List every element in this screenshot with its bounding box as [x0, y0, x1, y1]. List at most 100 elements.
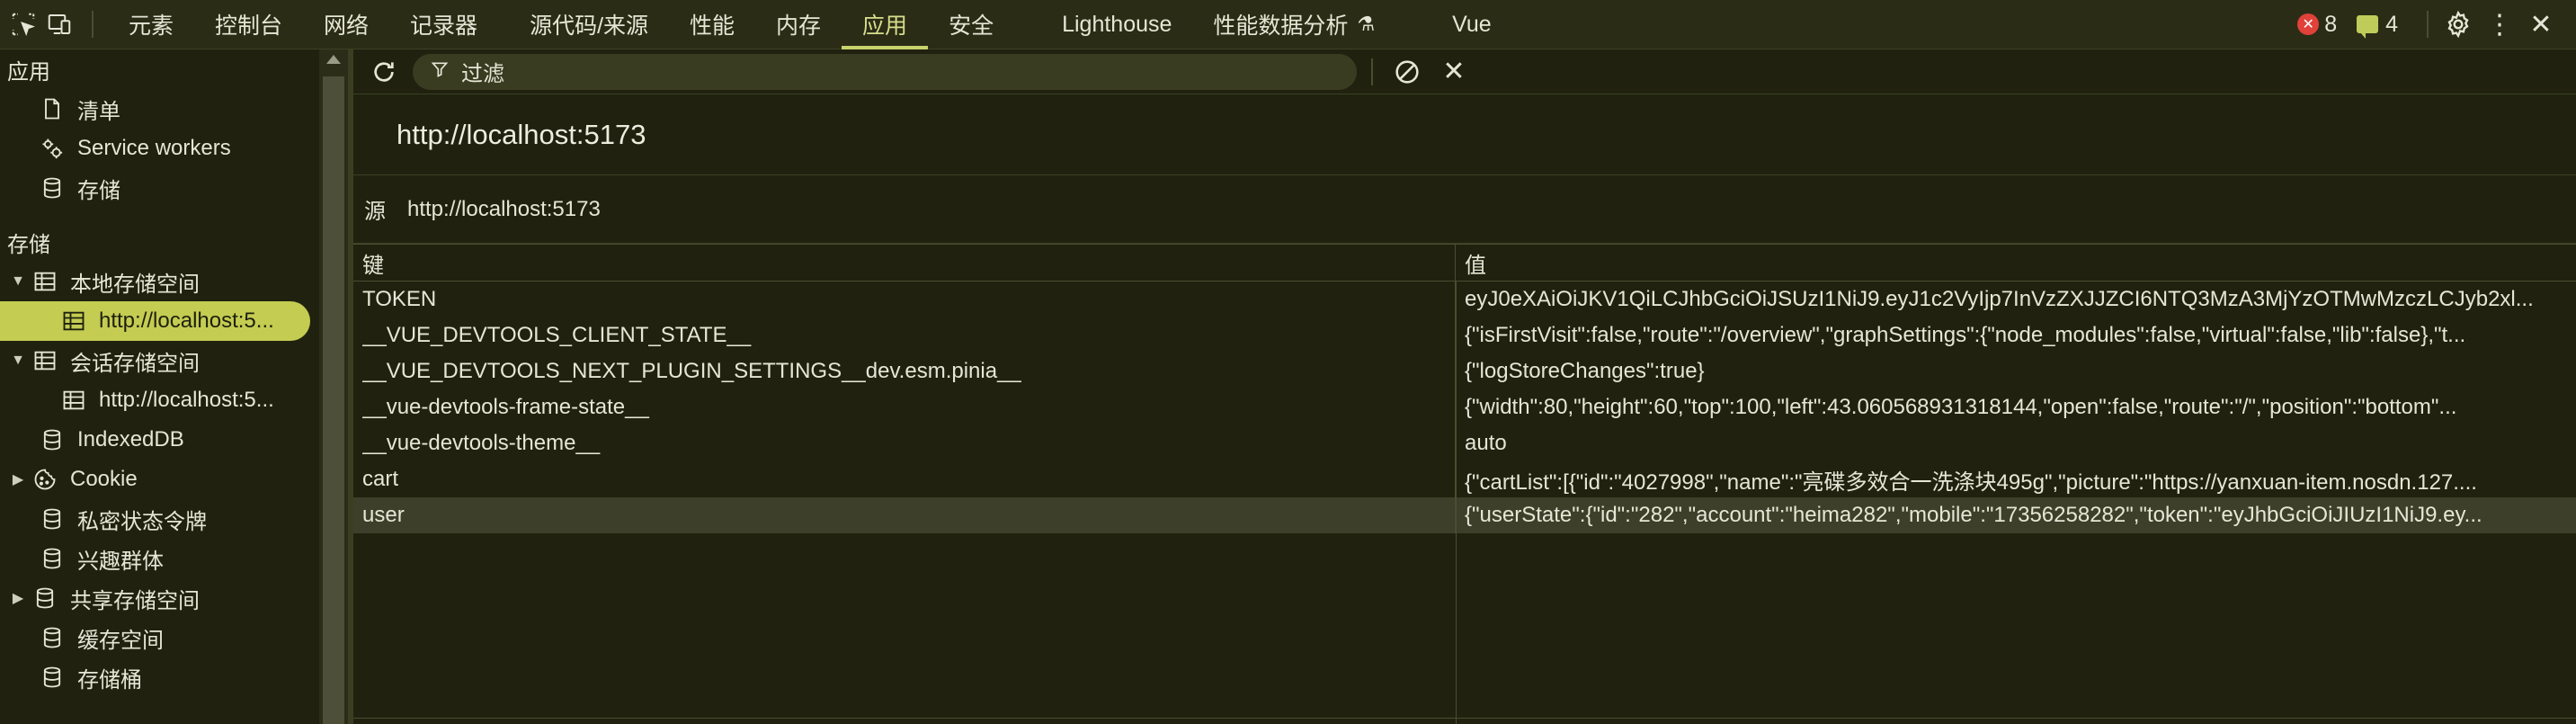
table-row[interactable]: __VUE_DEVTOOLS_NEXT_PLUGIN_SETTINGS__dev…: [353, 353, 2576, 389]
scroll-up-arrow-icon[interactable]: [326, 55, 341, 64]
sidebar-item-indexeddb[interactable]: IndexedDB: [0, 420, 319, 460]
sidebar-item-storage-buckets[interactable]: 存储桶: [0, 657, 319, 697]
tab-security[interactable]: 安全: [928, 0, 1014, 49]
tab-label: 安全: [949, 13, 994, 39]
sidebar-item-local-origin[interactable]: http://localhost:5...: [0, 301, 310, 341]
row-key[interactable]: __vue-devtools-frame-state__: [353, 389, 1456, 425]
sidebar-item-local-storage[interactable]: ▼ 本地存储空间: [0, 262, 319, 301]
row-key[interactable]: __VUE_DEVTOOLS_NEXT_PLUGIN_SETTINGS__dev…: [353, 353, 1456, 389]
tab-memory[interactable]: 内存: [755, 0, 842, 49]
database-icon: [36, 624, 68, 651]
tab-network[interactable]: 网络: [303, 0, 389, 49]
source-label: 源: [364, 200, 386, 224]
row-value[interactable]: auto: [1456, 425, 2576, 461]
tab-console[interactable]: 控制台: [194, 0, 303, 49]
error-counter[interactable]: ✕ 8: [2297, 12, 2337, 38]
cookie-icon: [29, 466, 61, 493]
table-row[interactable]: __vue-devtools-frame-state__ {"width":80…: [353, 389, 2576, 425]
row-value[interactable]: {"logStoreChanges":true}: [1456, 353, 2576, 389]
sidebar-item-cache-storage[interactable]: 缓存空间: [0, 618, 319, 657]
filter-input[interactable]: 过滤: [413, 53, 1357, 90]
source-row: 源 http://localhost:5173: [353, 175, 2576, 244]
table-icon: [29, 268, 61, 295]
file-icon: [36, 95, 68, 122]
gears-icon: [36, 135, 68, 162]
sidebar-item-manifest[interactable]: 清单: [0, 89, 319, 129]
more-options-icon[interactable]: ⋮: [2479, 4, 2520, 45]
expand-arrow-icon[interactable]: ▶: [7, 470, 29, 488]
row-value[interactable]: {"userState":{"id":"282","account":"heim…: [1456, 497, 2576, 533]
sidebar-item-label: 存储: [77, 178, 120, 203]
sidebar-item-label: Service workers: [77, 136, 231, 160]
sidebar-item-session-origin[interactable]: http://localhost:5...: [0, 380, 319, 420]
scrollbar-thumb[interactable]: [323, 76, 344, 724]
row-key[interactable]: TOKEN: [353, 282, 1456, 317]
sidebar-item-shared-storage[interactable]: ▶ 共享存储空间: [0, 578, 319, 618]
expand-arrow-icon[interactable]: ▶: [7, 589, 29, 607]
filter-placeholder: 过滤: [461, 62, 504, 86]
sidebar-item-service-workers[interactable]: Service workers: [0, 129, 319, 168]
sidebar-item-cookies[interactable]: ▶ Cookie: [0, 460, 319, 499]
tab-lighthouse[interactable]: Lighthouse: [1041, 0, 1192, 49]
tab-label: Lighthouse: [1062, 11, 1172, 37]
table-row[interactable]: __vue-devtools-theme__ auto: [353, 425, 2576, 461]
table-row[interactable]: __VUE_DEVTOOLS_CLIENT_STATE__ {"isFirstV…: [353, 317, 2576, 353]
table-row[interactable]: TOKEN eyJ0eXAiOiJKV1QiLCJhbGciOiJSUzI1Ni…: [353, 282, 2576, 317]
tab-vue[interactable]: Vue: [1431, 0, 1512, 49]
tab-label: Vue: [1452, 11, 1492, 37]
row-key[interactable]: __vue-devtools-theme__: [353, 425, 1456, 461]
sidebar-item-interest-groups[interactable]: 兴趣群体: [0, 539, 319, 578]
tab-label: 控制台: [215, 13, 283, 39]
tab-label: 源代码/来源: [530, 13, 649, 39]
column-header-key[interactable]: 键: [353, 245, 1456, 281]
tab-label: 网络: [324, 13, 370, 39]
tab-label: 应用: [862, 13, 908, 39]
tab-performance-insights[interactable]: 性能数据分析 ⚗: [1192, 0, 1395, 49]
row-value[interactable]: {"cartList":[{"id":"4027998","name":"亮碟多…: [1456, 461, 2576, 497]
close-devtools-icon[interactable]: ✕: [2520, 4, 2562, 45]
message-counter[interactable]: 4: [2357, 12, 2398, 39]
sidebar-item-label: 存储桶: [77, 667, 142, 693]
tab-performance[interactable]: 性能: [669, 0, 755, 49]
row-value[interactable]: {"width":80,"height":60,"top":100,"left"…: [1456, 389, 2576, 425]
sidebar-item-label: 私密状态令牌: [77, 509, 207, 534]
sidebar-item-label: IndexedDB: [77, 427, 184, 451]
row-key[interactable]: __VUE_DEVTOOLS_CLIENT_STATE__: [353, 317, 1456, 353]
sidebar-item-label: 共享存储空间: [70, 588, 200, 613]
tab-recorder[interactable]: 记录器: [389, 0, 498, 49]
sidebar-item-session-storage[interactable]: ▼ 会话存储空间: [0, 341, 319, 380]
sidebar-item-label: Cookie: [70, 467, 138, 491]
flask-icon: ⚗: [1357, 13, 1376, 35]
table-row[interactable]: cart {"cartList":[{"id":"4027998","name"…: [353, 461, 2576, 497]
row-value[interactable]: {"isFirstVisit":false,"route":"/overview…: [1456, 317, 2576, 353]
tab-label: 记录器: [410, 13, 478, 39]
tab-sources[interactable]: 源代码/来源: [509, 0, 669, 49]
expand-arrow-icon[interactable]: ▼: [7, 353, 29, 369]
table-row-selected[interactable]: user {"userState":{"id":"282","account":…: [353, 497, 2576, 533]
tab-elements[interactable]: 元素: [108, 0, 194, 49]
row-key[interactable]: cart: [353, 461, 1456, 497]
clear-all-icon[interactable]: [1387, 52, 1427, 92]
column-header-value[interactable]: 值: [1456, 245, 2576, 281]
panel-tabs: 元素 控制台 网络 记录器 源代码/来源 性能 内存 应用 安全 Lightho…: [108, 0, 1512, 49]
toolbar-separator: [2427, 11, 2429, 38]
sidebar-item-storage-overview[interactable]: 存储: [0, 168, 319, 208]
row-key[interactable]: user: [353, 497, 1456, 533]
settings-gear-icon[interactable]: [2438, 4, 2479, 45]
refresh-icon[interactable]: [366, 54, 402, 90]
sidebar-item-private-state-tokens[interactable]: 私密状态令牌: [0, 499, 319, 539]
sidebar-item-label: 缓存空间: [77, 628, 164, 653]
tab-label: 元素: [129, 13, 174, 39]
column-divider: [1456, 282, 1457, 724]
sidebar-heading-application: 应用: [7, 59, 50, 85]
device-toolbar-icon[interactable]: [41, 6, 77, 42]
database-icon: [36, 174, 68, 201]
sidebar-item-label: http://localhost:5...: [99, 388, 274, 412]
inspect-element-icon[interactable]: [5, 6, 41, 42]
row-value[interactable]: eyJ0eXAiOiJKV1QiLCJhbGciOiJSUzI1NiJ9.eyJ…: [1456, 282, 2576, 317]
expand-arrow-icon[interactable]: ▼: [7, 273, 29, 290]
delete-selected-icon[interactable]: ✕: [1434, 52, 1474, 92]
tab-application[interactable]: 应用: [842, 0, 929, 49]
devtools-toolbar: 元素 控制台 网络 记录器 源代码/来源 性能 内存 应用 安全 Lightho…: [0, 0, 2576, 49]
sidebar-scrollbar[interactable]: [319, 49, 348, 724]
